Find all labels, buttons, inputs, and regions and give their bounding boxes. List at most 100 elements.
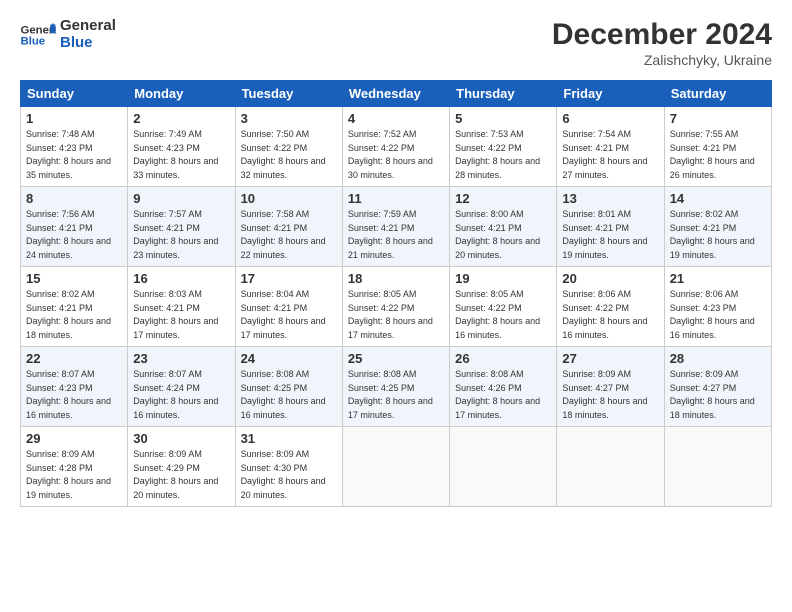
day-info: Sunrise: 8:09 AMSunset: 4:27 PMDaylight:… <box>562 368 658 422</box>
calendar-day-cell: 11 Sunrise: 7:59 AMSunset: 4:21 PMDayligh… <box>342 187 449 267</box>
day-info: Sunrise: 7:55 AMSunset: 4:21 PMDaylight:… <box>670 128 766 182</box>
day-number: 3 <box>241 111 337 126</box>
svg-text:Blue: Blue <box>21 35 46 47</box>
day-info: Sunrise: 7:49 AMSunset: 4:23 PMDaylight:… <box>133 128 229 182</box>
calendar-day-cell: 7 Sunrise: 7:55 AMSunset: 4:21 PMDaylight… <box>664 107 771 187</box>
day-info: Sunrise: 7:52 AMSunset: 4:22 PMDaylight:… <box>348 128 444 182</box>
calendar-day-cell: 3 Sunrise: 7:50 AMSunset: 4:22 PMDaylight… <box>235 107 342 187</box>
calendar-day-cell: 13 Sunrise: 8:01 AMSunset: 4:21 PMDayligh… <box>557 187 664 267</box>
col-friday: Friday <box>557 81 664 107</box>
calendar-day-cell: 12Sunrise: 8:00 AMSunset: 4:21 PMDayligh… <box>450 187 557 267</box>
calendar-day-cell <box>342 427 449 507</box>
day-number: 30 <box>133 431 229 446</box>
calendar-week-row: 8Sunrise: 7:56 AMSunset: 4:21 PMDaylight… <box>21 187 772 267</box>
day-number: 16 <box>133 271 229 286</box>
day-number: 13 <box>562 191 658 206</box>
logo-general: General <box>60 18 116 35</box>
day-number: 9 <box>133 191 229 206</box>
calendar-day-cell <box>450 427 557 507</box>
calendar-day-cell: 1Sunrise: 7:48 AMSunset: 4:23 PMDaylight… <box>21 107 128 187</box>
calendar-day-cell <box>557 427 664 507</box>
day-number: 19 <box>455 271 551 286</box>
calendar-day-cell: 5 Sunrise: 7:53 AMSunset: 4:22 PMDaylight… <box>450 107 557 187</box>
col-monday: Monday <box>128 81 235 107</box>
day-number: 15 <box>26 271 122 286</box>
day-number: 20 <box>562 271 658 286</box>
calendar-day-cell: 9Sunrise: 7:57 AMSunset: 4:21 PMDaylight… <box>128 187 235 267</box>
day-info: Sunrise: 8:01 AMSunset: 4:21 PMDaylight:… <box>562 208 658 262</box>
logo-icon: General Blue <box>20 21 56 49</box>
day-info: Sunrise: 8:02 AMSunset: 4:21 PMDaylight:… <box>670 208 766 262</box>
calendar-week-row: 22 Sunrise: 8:07 AMSunset: 4:23 PMDayligh… <box>21 347 772 427</box>
day-info: Sunrise: 7:54 AMSunset: 4:21 PMDaylight:… <box>562 128 658 182</box>
logo: General Blue General Blue <box>20 18 116 51</box>
calendar-day-cell: 22 Sunrise: 8:07 AMSunset: 4:23 PMDayligh… <box>21 347 128 427</box>
day-info: Sunrise: 8:08 AMSunset: 4:25 PMDaylight:… <box>241 368 337 422</box>
calendar-header-row: Sunday Monday Tuesday Wednesday Thursday… <box>21 81 772 107</box>
month-title: December 2024 <box>552 18 772 52</box>
col-saturday: Saturday <box>664 81 771 107</box>
day-info: Sunrise: 7:48 AMSunset: 4:23 PMDaylight:… <box>26 128 122 182</box>
day-number: 22 <box>26 351 122 366</box>
calendar-day-cell <box>664 427 771 507</box>
day-number: 11 <box>348 191 444 206</box>
day-info: Sunrise: 8:04 AMSunset: 4:21 PMDaylight:… <box>241 288 337 342</box>
day-number: 5 <box>455 111 551 126</box>
calendar-day-cell: 6 Sunrise: 7:54 AMSunset: 4:21 PMDaylight… <box>557 107 664 187</box>
main-container: General Blue General Blue December 2024 … <box>0 0 792 517</box>
day-info: Sunrise: 8:03 AMSunset: 4:21 PMDaylight:… <box>133 288 229 342</box>
day-number: 18 <box>348 271 444 286</box>
day-info: Sunrise: 8:08 AMSunset: 4:25 PMDaylight:… <box>348 368 444 422</box>
calendar-day-cell: 19 Sunrise: 8:05 AMSunset: 4:22 PMDayligh… <box>450 267 557 347</box>
day-info: Sunrise: 8:09 AMSunset: 4:27 PMDaylight:… <box>670 368 766 422</box>
col-thursday: Thursday <box>450 81 557 107</box>
day-number: 7 <box>670 111 766 126</box>
calendar-week-row: 29Sunrise: 8:09 AMSunset: 4:28 PMDayligh… <box>21 427 772 507</box>
day-info: Sunrise: 8:05 AMSunset: 4:22 PMDaylight:… <box>455 288 551 342</box>
day-number: 2 <box>133 111 229 126</box>
day-number: 31 <box>241 431 337 446</box>
day-info: Sunrise: 7:50 AMSunset: 4:22 PMDaylight:… <box>241 128 337 182</box>
calendar-day-cell: 15 Sunrise: 8:02 AMSunset: 4:21 PMDayligh… <box>21 267 128 347</box>
calendar-day-cell: 23Sunrise: 8:07 AMSunset: 4:24 PMDayligh… <box>128 347 235 427</box>
day-info: Sunrise: 7:53 AMSunset: 4:22 PMDaylight:… <box>455 128 551 182</box>
calendar-day-cell: 31 Sunrise: 8:09 AMSunset: 4:30 PMDayligh… <box>235 427 342 507</box>
title-block: December 2024 Zalishchyky, Ukraine <box>552 18 772 68</box>
day-info: Sunrise: 7:58 AMSunset: 4:21 PMDaylight:… <box>241 208 337 262</box>
day-number: 29 <box>26 431 122 446</box>
calendar-week-row: 1Sunrise: 7:48 AMSunset: 4:23 PMDaylight… <box>21 107 772 187</box>
col-tuesday: Tuesday <box>235 81 342 107</box>
logo-blue: Blue <box>60 35 116 52</box>
day-info: Sunrise: 8:09 AMSunset: 4:30 PMDaylight:… <box>241 448 337 502</box>
day-number: 21 <box>670 271 766 286</box>
calendar-day-cell: 20Sunrise: 8:06 AMSunset: 4:22 PMDayligh… <box>557 267 664 347</box>
calendar-day-cell: 25Sunrise: 8:08 AMSunset: 4:25 PMDayligh… <box>342 347 449 427</box>
day-number: 14 <box>670 191 766 206</box>
calendar-day-cell: 27 Sunrise: 8:09 AMSunset: 4:27 PMDayligh… <box>557 347 664 427</box>
day-info: Sunrise: 8:09 AMSunset: 4:29 PMDaylight:… <box>133 448 229 502</box>
day-number: 28 <box>670 351 766 366</box>
calendar-day-cell: 2 Sunrise: 7:49 AMSunset: 4:23 PMDaylight… <box>128 107 235 187</box>
calendar-day-cell: 30 Sunrise: 8:09 AMSunset: 4:29 PMDayligh… <box>128 427 235 507</box>
day-number: 10 <box>241 191 337 206</box>
day-info: Sunrise: 8:02 AMSunset: 4:21 PMDaylight:… <box>26 288 122 342</box>
calendar-week-row: 15 Sunrise: 8:02 AMSunset: 4:21 PMDayligh… <box>21 267 772 347</box>
day-number: 6 <box>562 111 658 126</box>
day-number: 4 <box>348 111 444 126</box>
day-info: Sunrise: 8:07 AMSunset: 4:23 PMDaylight:… <box>26 368 122 422</box>
day-number: 8 <box>26 191 122 206</box>
calendar-day-cell: 4 Sunrise: 7:52 AMSunset: 4:22 PMDaylight… <box>342 107 449 187</box>
calendar-day-cell: 18Sunrise: 8:05 AMSunset: 4:22 PMDayligh… <box>342 267 449 347</box>
day-number: 27 <box>562 351 658 366</box>
day-number: 17 <box>241 271 337 286</box>
calendar-day-cell: 29Sunrise: 8:09 AMSunset: 4:28 PMDayligh… <box>21 427 128 507</box>
location: Zalishchyky, Ukraine <box>552 52 772 68</box>
calendar-day-cell: 10 Sunrise: 7:58 AMSunset: 4:21 PMDayligh… <box>235 187 342 267</box>
day-info: Sunrise: 8:08 AMSunset: 4:26 PMDaylight:… <box>455 368 551 422</box>
calendar-day-cell: 24Sunrise: 8:08 AMSunset: 4:25 PMDayligh… <box>235 347 342 427</box>
calendar-day-cell: 21Sunrise: 8:06 AMSunset: 4:23 PMDayligh… <box>664 267 771 347</box>
day-info: Sunrise: 7:59 AMSunset: 4:21 PMDaylight:… <box>348 208 444 262</box>
calendar-day-cell: 8Sunrise: 7:56 AMSunset: 4:21 PMDaylight… <box>21 187 128 267</box>
calendar-day-cell: 16 Sunrise: 8:03 AMSunset: 4:21 PMDayligh… <box>128 267 235 347</box>
day-info: Sunrise: 8:00 AMSunset: 4:21 PMDaylight:… <box>455 208 551 262</box>
